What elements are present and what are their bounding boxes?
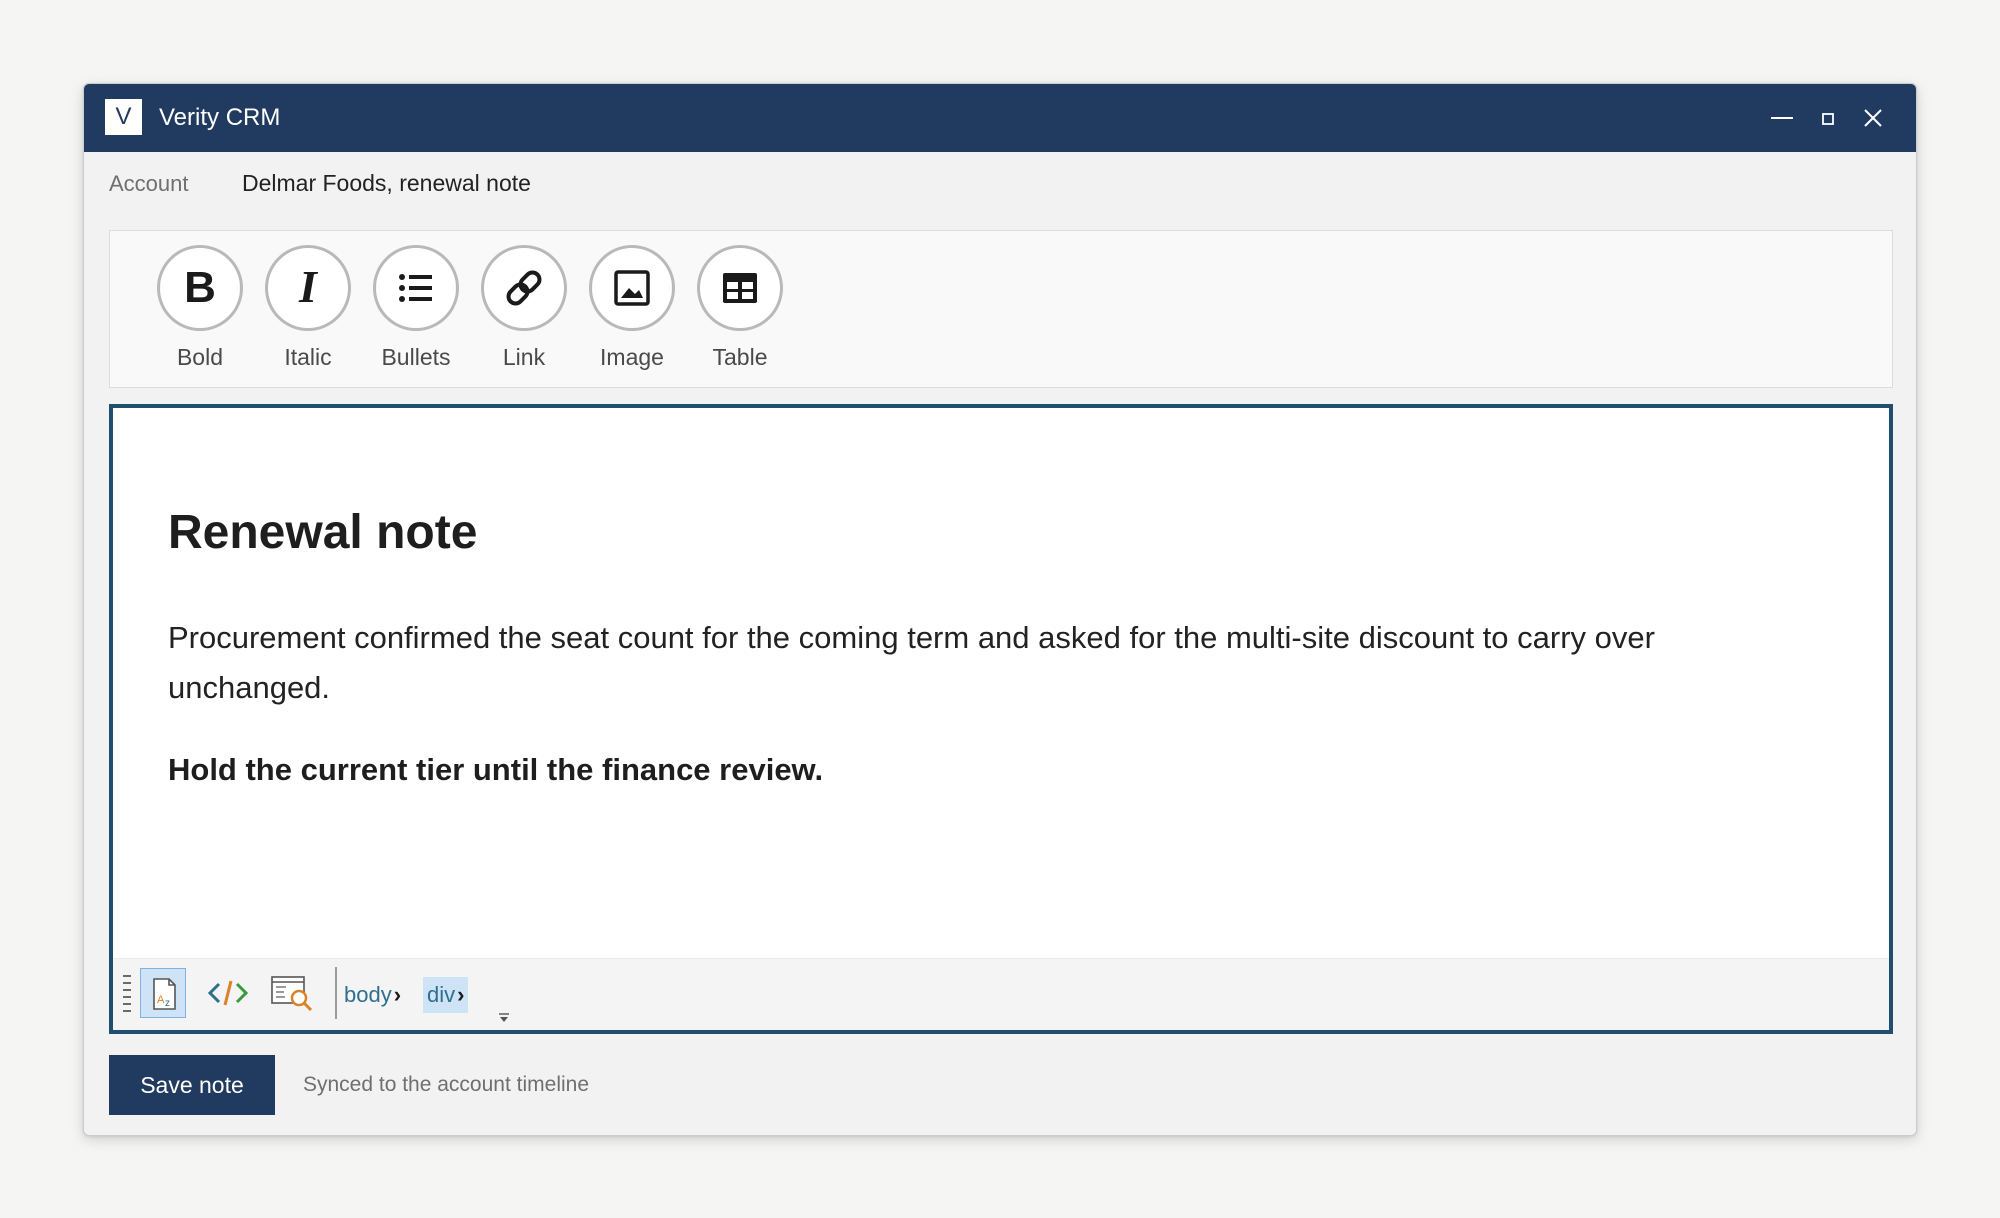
rich-text-editor[interactable]: Renewal note Procurement confirmed the s… [109,404,1893,1034]
svg-text:z: z [165,998,170,1009]
breadcrumb-body[interactable]: body› [340,977,405,1013]
resize-handle-icon[interactable] [497,1011,511,1025]
link-button-circle [481,245,567,331]
grip-handle-icon[interactable] [123,973,131,1017]
breadcrumb-body-label: body [344,982,392,1007]
link-icon [506,270,542,306]
app-window: V Verity CRM Account Delmar Foods, renew… [83,83,1917,1136]
title-bar: V Verity CRM [84,84,1916,152]
bullets-label: Bullets [381,344,451,370]
status-separator [335,967,337,1019]
bullets-button-circle [373,245,459,331]
bold-label: Bold [176,344,224,370]
close-icon [1864,109,1882,127]
table-label: Table [712,344,768,370]
close-button[interactable] [1853,98,1893,138]
maximize-button[interactable] [1808,98,1848,138]
svg-text:B: B [184,266,216,310]
image-button-circle [589,245,675,331]
breadcrumb-div[interactable]: div› [423,977,469,1013]
account-label: Account [109,171,189,196]
bullets-button[interactable]: Bullets [362,245,470,375]
sync-status-text: Synced to the account timeline [303,1073,590,1096]
table-button-circle [697,245,783,331]
design-mode-button[interactable]: A z [140,968,186,1018]
link-label: Link [502,344,546,370]
italic-button[interactable]: I Italic [254,245,362,375]
image-button[interactable]: Image [578,245,686,375]
code-mode-button[interactable] [205,968,251,1018]
bold-icon: B [184,266,216,310]
account-value: Delmar Foods, renewal note [242,170,531,196]
image-label: Image [600,344,664,370]
italic-icon: I [298,266,319,310]
svg-text:I: I [298,266,319,310]
maximize-icon [1822,113,1834,125]
app-logo: V [105,99,142,135]
preview-mode-button[interactable] [269,968,315,1018]
bold-button[interactable]: B Bold [146,245,254,375]
preview-icon [271,976,313,1012]
editor-status-bar: A z body› div› [113,958,1889,1030]
app-title: Verity CRM [159,104,281,131]
table-button[interactable]: Table [686,245,794,375]
chevron-right-icon: › [393,982,402,1007]
code-view-icon [207,980,249,1006]
bullets-icon [399,274,432,302]
minimize-icon [1771,117,1793,119]
design-view-icon: A z [153,978,176,1010]
minimize-button[interactable] [1762,98,1802,138]
italic-label: Italic [284,344,332,370]
note-heading[interactable]: Renewal note [168,505,477,560]
chevron-right-icon: › [457,982,465,1007]
italic-button-circle: I [265,245,351,331]
image-icon [614,270,650,306]
bold-button-circle: B [157,245,243,331]
note-paragraph[interactable]: Procurement confirmed the seat count for… [168,613,1788,713]
save-note-button[interactable]: Save note [109,1055,275,1115]
format-toolbar: B Bold I Italic Bullets Link Image Table [109,230,1893,388]
breadcrumb-div-label: div [427,982,456,1007]
svg-text:A: A [157,994,165,1006]
table-icon [723,273,757,303]
link-button[interactable]: Link [470,245,578,375]
note-bold-line[interactable]: Hold the current tier until the finance … [168,752,823,788]
